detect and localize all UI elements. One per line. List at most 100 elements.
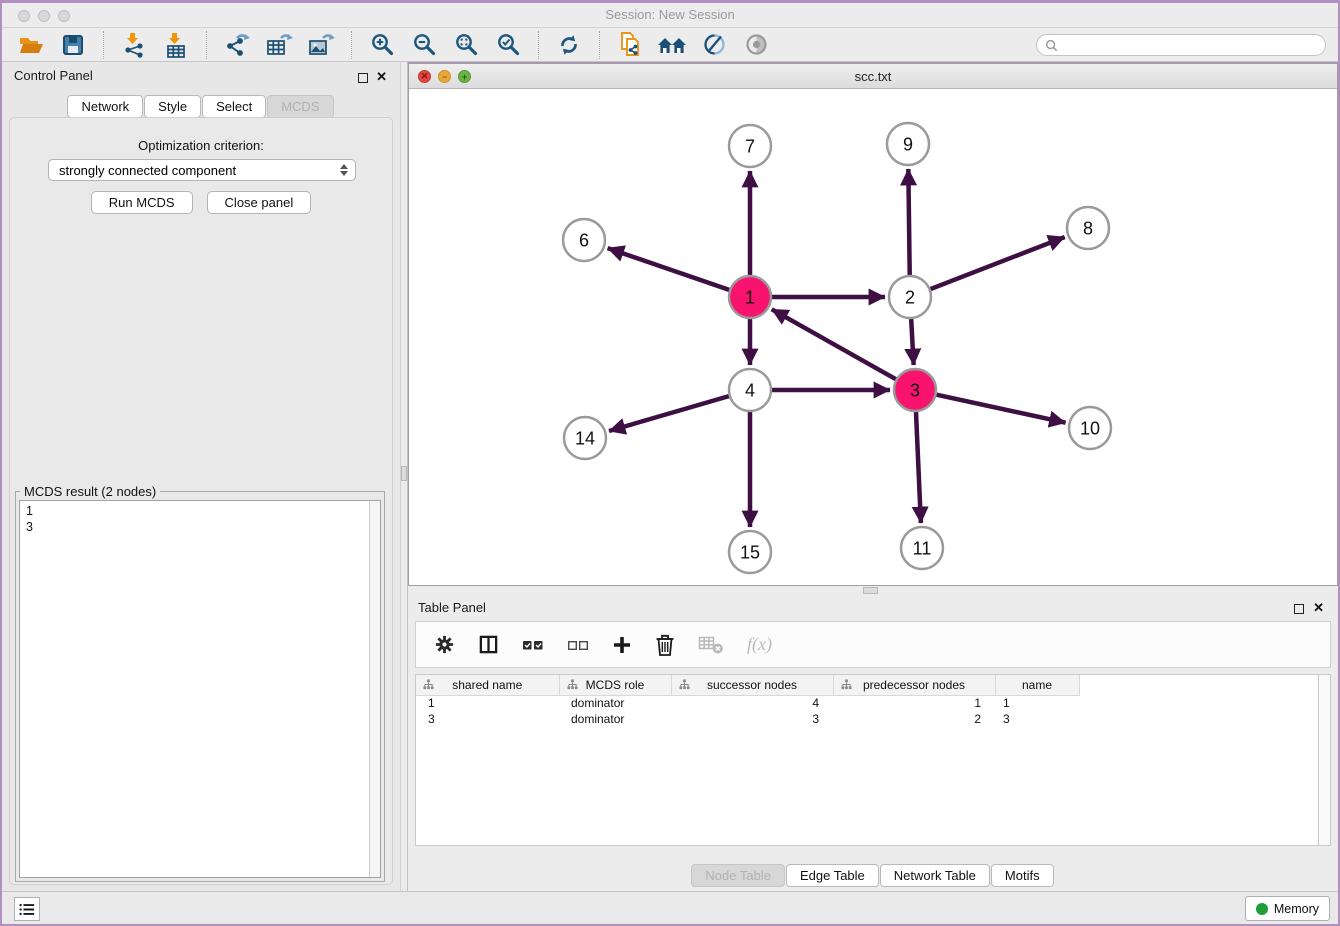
table-scrollbar[interactable] <box>1318 675 1330 845</box>
show-columns-button[interactable] <box>478 630 499 660</box>
toolbar-separator <box>538 31 539 59</box>
graph-node-14[interactable]: 14 <box>564 417 606 459</box>
tab-motifs[interactable]: Motifs <box>991 864 1054 887</box>
search-input[interactable] <box>1063 38 1325 53</box>
show-graphics-button[interactable] <box>738 30 774 60</box>
table-cell[interactable]: dominator <box>559 711 671 727</box>
float-panel-icon[interactable] <box>1294 604 1304 614</box>
save-session-button[interactable] <box>55 30 91 60</box>
tab-edge-table[interactable]: Edge Table <box>786 864 879 887</box>
graph-node-15[interactable]: 15 <box>729 531 771 573</box>
graph-edge-3-11[interactable] <box>916 412 921 523</box>
tab-mcds[interactable]: MCDS <box>267 95 333 118</box>
run-mcds-button[interactable]: Run MCDS <box>91 191 193 214</box>
optimization-criterion-select[interactable]: strongly connected component <box>48 159 356 181</box>
refresh-button[interactable] <box>551 30 587 60</box>
table-cell[interactable]: 1 <box>833 695 995 711</box>
column-header-predecessor-nodes[interactable]: predecessor nodes <box>833 675 995 695</box>
table-row[interactable]: 1dominator411 <box>416 695 1079 711</box>
zoom-in-button[interactable] <box>364 30 400 60</box>
close-panel-button[interactable]: Close panel <box>207 191 312 214</box>
vertical-split-divider[interactable] <box>401 62 408 891</box>
graph-edge-2-8[interactable] <box>931 237 1065 289</box>
table-cell[interactable]: 3 <box>995 711 1079 727</box>
graph-node-2[interactable]: 2 <box>889 276 931 318</box>
search-field <box>1036 34 1326 56</box>
graph-node-4[interactable]: 4 <box>729 369 771 411</box>
tab-network-table[interactable]: Network Table <box>880 864 990 887</box>
column-header-successor-nodes[interactable]: successor nodes <box>671 675 833 695</box>
graph-node-1[interactable]: 1 <box>729 276 771 318</box>
zoom-fit-button[interactable] <box>448 30 484 60</box>
task-history-button[interactable] <box>14 897 40 921</box>
table-cell[interactable]: dominator <box>559 695 671 711</box>
table-settings-button[interactable] <box>434 630 455 660</box>
table-cell[interactable]: 1 <box>416 695 559 711</box>
table-row[interactable]: 3dominator323 <box>416 711 1079 727</box>
tab-select[interactable]: Select <box>202 95 266 118</box>
import-table-button[interactable] <box>158 30 194 60</box>
table-cell[interactable]: 4 <box>671 695 833 711</box>
gear-icon <box>434 634 455 655</box>
graph-node-6[interactable]: 6 <box>563 219 605 261</box>
graph-node-8[interactable]: 8 <box>1067 207 1109 249</box>
memory-button[interactable]: Memory <box>1245 896 1330 921</box>
graph-node-9[interactable]: 9 <box>887 123 929 165</box>
delete-table-button[interactable] <box>698 630 724 660</box>
toggle-style-button[interactable] <box>696 30 732 60</box>
tab-network[interactable]: Network <box>67 95 143 118</box>
column-header-name[interactable]: name <box>995 675 1079 695</box>
table-cell[interactable]: 3 <box>416 711 559 727</box>
export-table-button[interactable] <box>261 30 297 60</box>
export-image-icon <box>307 32 335 58</box>
table-cell[interactable]: 3 <box>671 711 833 727</box>
memory-status-icon <box>1256 903 1268 915</box>
graph-node-7[interactable]: 7 <box>729 125 771 167</box>
deselect-all-button[interactable] <box>567 630 589 660</box>
table-cell[interactable]: 1 <box>995 695 1079 711</box>
divider-grip[interactable] <box>401 466 407 481</box>
close-panel-icon[interactable]: ✕ <box>1313 601 1324 615</box>
network-canvas[interactable]: 7 9 6 8 1 2 4 3 14 10 15 11 <box>409 89 1337 585</box>
table-panel: Table Panel ✕ <box>408 596 1338 891</box>
graph-edge-2-3[interactable] <box>911 319 913 365</box>
export-network-icon <box>223 32 251 58</box>
graph-edge-4-14[interactable] <box>609 396 729 431</box>
tab-node-table[interactable]: Node Table <box>691 864 785 887</box>
copy-network-icon <box>618 31 643 58</box>
delete-column-button[interactable] <box>655 630 675 660</box>
float-panel-icon[interactable] <box>358 73 368 83</box>
graph-edge-1-6[interactable] <box>608 248 730 290</box>
zoom-out-button[interactable] <box>406 30 442 60</box>
home-layout-button[interactable] <box>654 30 690 60</box>
divider-grip[interactable] <box>863 587 878 594</box>
column-header-mcds-role[interactable]: MCDS role <box>559 675 671 695</box>
import-network-button[interactable] <box>116 30 152 60</box>
column-header-shared-name[interactable]: shared name <box>416 675 559 695</box>
status-bar: Memory <box>2 891 1338 924</box>
optimization-criterion-label: Optimization criterion: <box>10 138 392 153</box>
function-builder-button[interactable]: f(x) <box>747 630 772 660</box>
graph-edge-3-10[interactable] <box>936 395 1065 423</box>
control-panel-title: Control Panel <box>14 68 93 83</box>
graph-node-10[interactable]: 10 <box>1069 407 1111 449</box>
table-cell[interactable]: 2 <box>833 711 995 727</box>
close-panel-icon[interactable]: ✕ <box>376 70 387 84</box>
select-all-button[interactable] <box>522 630 544 660</box>
result-scrollbar[interactable] <box>369 501 380 877</box>
graph-edge-2-9[interactable] <box>908 169 909 275</box>
graph-edge-3-1[interactable] <box>772 309 896 379</box>
zoom-selected-button[interactable] <box>490 30 526 60</box>
svg-text:14: 14 <box>575 429 595 449</box>
open-session-button[interactable] <box>13 30 49 60</box>
export-image-button[interactable] <box>303 30 339 60</box>
graph-node-11[interactable]: 11 <box>901 527 943 569</box>
mcds-result-text[interactable]: 1 3 <box>19 500 381 878</box>
tab-style[interactable]: Style <box>144 95 201 118</box>
horizontal-split-divider[interactable] <box>408 586 1338 596</box>
import-table-icon <box>163 32 189 58</box>
graph-node-3[interactable]: 3 <box>894 369 936 411</box>
add-column-button[interactable] <box>612 630 632 660</box>
export-network-button[interactable] <box>219 30 255 60</box>
duplicate-network-button[interactable] <box>612 30 648 60</box>
